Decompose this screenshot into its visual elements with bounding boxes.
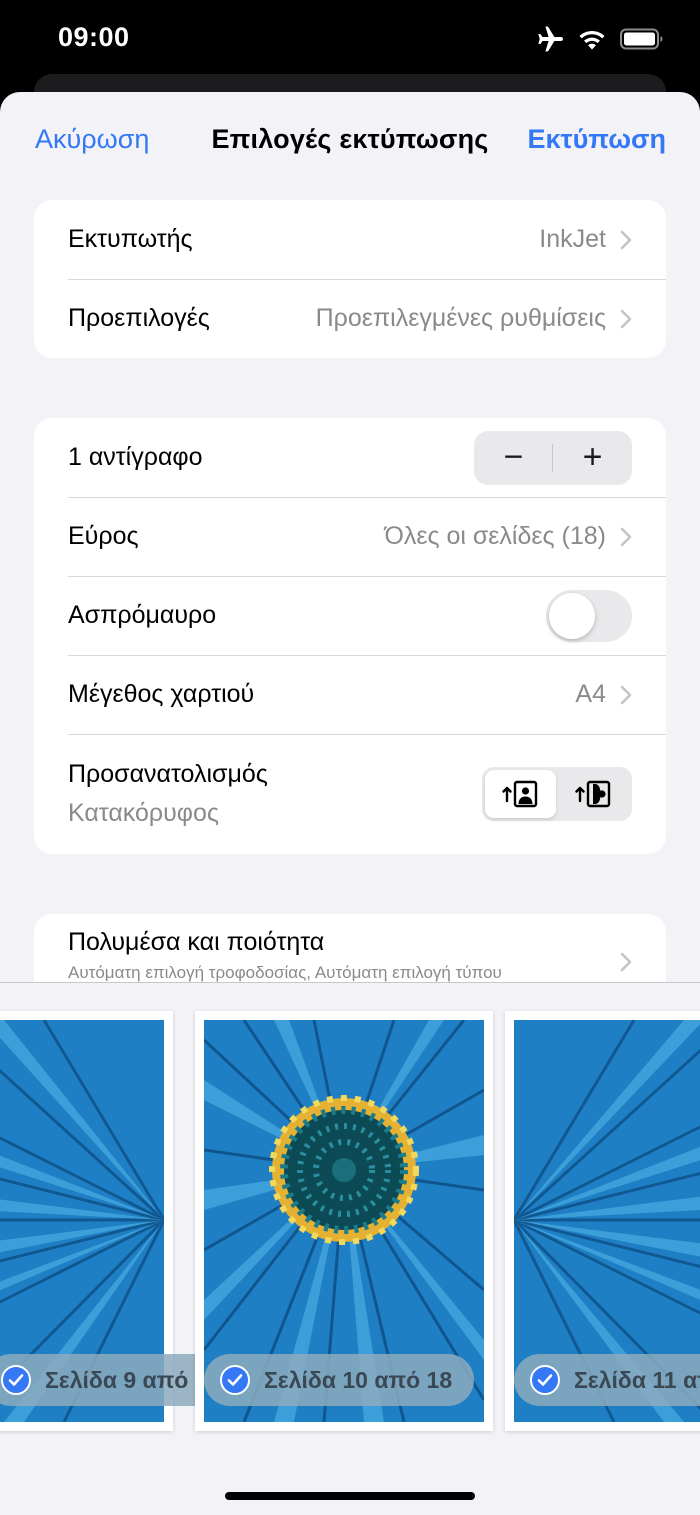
decrement-button[interactable]: − <box>474 431 553 485</box>
print-options-group: 1 αντίγραφο − + Εύρος Όλες οι σελίδες (1… <box>34 418 666 854</box>
chevron-right-icon <box>620 230 632 249</box>
portrait-icon <box>501 780 537 808</box>
toggle-knob <box>549 592 595 639</box>
paper-size-value: A4 <box>575 680 606 708</box>
printer-label: Εκτυπωτής <box>68 225 193 253</box>
chevron-right-icon <box>620 527 632 546</box>
black-white-toggle[interactable] <box>546 589 632 642</box>
media-quality-subtitle: Αυτόματη επιλογή τροφοδοσίας, Αυτόματη ε… <box>68 963 502 982</box>
presets-label: Προεπιλογές <box>68 304 210 332</box>
home-indicator[interactable] <box>225 1492 475 1500</box>
checkmark-icon <box>1 1365 31 1395</box>
battery-icon <box>620 28 664 50</box>
presets-value: Προεπιλεγμένες ρυθμίσεις <box>315 304 606 332</box>
copies-label: 1 αντίγραφο <box>68 443 203 471</box>
increment-button[interactable]: + <box>553 431 632 485</box>
orientation-segmented-control <box>482 767 632 821</box>
wifi-icon <box>578 28 606 50</box>
copies-stepper: − + <box>474 430 632 485</box>
portrait-option[interactable] <box>485 770 556 818</box>
black-white-label: Ασπρόμαυρο <box>68 601 217 629</box>
airplane-icon <box>536 26 564 52</box>
cancel-button[interactable]: Ακύρωση <box>35 124 149 155</box>
printer-group: Εκτυπωτής InkJet Προεπιλογές Προεπιλεγμέ… <box>34 200 666 358</box>
chevron-right-icon <box>620 685 632 704</box>
media-quality-label: Πολυμέσα και ποιότητα <box>68 928 325 956</box>
landscape-option[interactable] <box>558 770 629 818</box>
status-time: 09:00 <box>58 22 130 52</box>
page-label: Σελίδα 10 από 18 <box>264 1366 453 1393</box>
range-value: Όλες οι σελίδες (18) <box>384 522 606 550</box>
orientation-row: Προσανατολισμός Κατακόρυφος <box>34 734 666 854</box>
print-button[interactable]: Εκτύπωση <box>527 124 666 155</box>
checkmark-icon <box>220 1365 250 1395</box>
navigation-bar: Ακύρωση Επιλογές εκτύπωσης Εκτύπωση <box>0 92 700 188</box>
black-white-row: Ασπρόμαυρο <box>34 576 666 655</box>
orientation-value: Κατακόρυφος <box>68 799 219 827</box>
preview-page[interactable]: Σελίδα 11 από 18 <box>505 1011 700 1431</box>
presets-row[interactable]: Προεπιλογές Προεπιλεγμένες ρυθμίσεις <box>34 279 666 358</box>
paper-size-label: Μέγεθος χαρτιού <box>68 680 255 708</box>
chevron-right-icon <box>620 952 632 972</box>
status-bar: 09:00 <box>0 0 700 76</box>
landscape-icon <box>574 780 610 808</box>
preview-page[interactable]: Σελίδα 10 από 18 <box>195 1011 493 1431</box>
chevron-right-icon <box>620 309 632 328</box>
page-label-pill: Σελίδα 10 από 18 <box>204 1354 475 1406</box>
printer-row[interactable]: Εκτυπωτής InkJet <box>34 200 666 279</box>
page-label: Σελίδα 11 από 18 <box>574 1366 700 1393</box>
range-row[interactable]: Εύρος Όλες οι σελίδες (18) <box>34 497 666 576</box>
printer-value: InkJet <box>539 225 606 253</box>
preview-page[interactable]: Σελίδα 9 από 18 <box>0 1011 243 1431</box>
copies-row: 1 αντίγραφο − + <box>34 418 666 497</box>
orientation-label: Προσανατολισμός <box>68 760 268 788</box>
page-label-pill: Σελίδα 11 από 18 <box>514 1354 700 1406</box>
range-label: Εύρος <box>68 522 139 550</box>
paper-size-row[interactable]: Μέγεθος χαρτιού A4 <box>34 655 666 734</box>
checkmark-icon <box>530 1365 560 1395</box>
status-icons <box>536 26 664 52</box>
page-preview-strip[interactable]: Σελίδα 9 από 18 Σελίδα 10 από 18 Σελίδα … <box>0 982 700 1515</box>
